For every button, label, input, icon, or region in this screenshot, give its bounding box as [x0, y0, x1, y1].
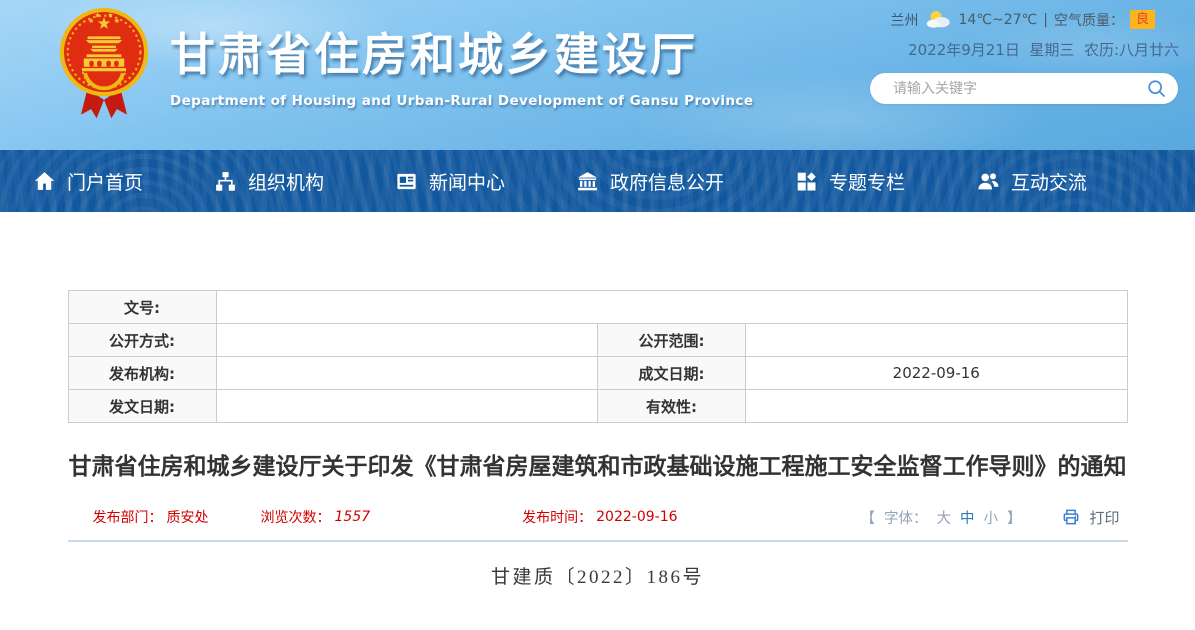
nav-item-label: 组织机构 [248, 168, 324, 195]
doc-number: 甘建质〔2022〕186号 [68, 562, 1128, 589]
publish-time-label: 发布时间： [522, 507, 592, 527]
nav-item-label: 门户首页 [67, 168, 143, 195]
bracket-close: 】 [1007, 507, 1022, 528]
weather-separator: | [1043, 12, 1048, 28]
publish-time: 发布时间： 2022-09-16 [522, 507, 677, 527]
font-size-small-button[interactable]: 小 [983, 507, 998, 528]
national-emblem [58, 6, 150, 122]
table-row: 发文日期: 有效性: [68, 390, 1127, 423]
topics-grid-icon [795, 170, 818, 193]
field-label-docno: 文号: [68, 291, 216, 324]
field-label-issuing-agency: 发布机构: [68, 357, 216, 390]
site-header: 甘肃省住房和城乡建设厅 Department of Housing and Ur… [0, 0, 1195, 150]
article-title: 甘肃省住房和城乡建设厅关于印发《甘肃省房屋建筑和市政基础设施工程施工安全监督工作… [68, 449, 1128, 486]
nav-item-news[interactable]: 新闻中心 [395, 168, 505, 195]
table-row: 发布机构: 成文日期: 2022-09-16 [68, 357, 1127, 390]
search-box [870, 73, 1178, 104]
field-value-docno [216, 291, 1127, 324]
field-value-issue-date [216, 390, 598, 423]
nav-item-organization[interactable]: 组织机构 [214, 168, 324, 195]
nav-item-home[interactable]: 门户首页 [33, 168, 143, 195]
field-label-written-date: 成文日期: [598, 357, 746, 390]
nav-item-label: 互动交流 [1011, 168, 1087, 195]
printer-icon [1061, 507, 1081, 527]
font-size-medium-button[interactable]: 中 [960, 507, 975, 528]
field-value-issuing-agency [216, 357, 598, 390]
users-icon [976, 169, 1000, 193]
nav-item-topics[interactable]: 专题专栏 [795, 168, 905, 195]
search-icon[interactable] [1146, 78, 1167, 99]
font-size-label: 字体： [884, 507, 928, 528]
print-label: 打印 [1089, 507, 1119, 528]
nav-item-gov-info[interactable]: 政府信息公开 [576, 168, 724, 195]
field-label-validity: 有效性: [598, 390, 746, 423]
main-nav: 门户首页 组织机构 新闻中心 政府信息公开 [0, 150, 1195, 212]
air-quality-badge: 良 [1130, 10, 1155, 29]
meta-divider [68, 540, 1128, 542]
nav-item-interact[interactable]: 互动交流 [976, 168, 1087, 195]
publish-dept-label: 发布部门： [93, 507, 163, 527]
field-value-written-date: 2022-09-16 [746, 357, 1128, 390]
weather-bar: 兰州 14℃~27℃ | 空气质量： 良 [870, 9, 1185, 30]
nav-item-label: 新闻中心 [429, 168, 505, 195]
article-page: 文号: 公开方式: 公开范围: 发布机构: 成文日期: 2022-09-16 发… [68, 290, 1128, 589]
air-quality-label: 空气质量： [1054, 10, 1124, 30]
field-label-open-scope: 公开范围: [598, 324, 746, 357]
font-size-large-button[interactable]: 大 [936, 507, 951, 528]
sun-cloud-icon [924, 9, 952, 30]
publish-dept: 发布部门： 质安处 [93, 507, 209, 527]
field-value-open-method [216, 324, 598, 357]
table-row: 文号: [68, 291, 1127, 324]
table-row: 公开方式: 公开范围: [68, 324, 1127, 357]
nav-item-label: 专题专栏 [829, 168, 905, 195]
view-count-value: 1557 [335, 509, 371, 525]
header-right-panel: 兰州 14℃~27℃ | 空气质量： 良 2022年9月21日 星期三 农历:八… [870, 9, 1185, 104]
field-label-issue-date: 发文日期: [68, 390, 216, 423]
site-brand[interactable]: 甘肃省住房和城乡建设厅 Department of Housing and Ur… [170, 18, 753, 109]
date-line: 2022年9月21日 星期三 农历:八月廿六 [870, 39, 1185, 60]
font-size-controls: 【 字体： 大 中 小 】 [860, 507, 1021, 528]
weather-temperature: 14℃~27℃ [958, 12, 1037, 28]
print-button[interactable]: 打印 [1061, 507, 1119, 528]
bracket-open: 【 [860, 507, 875, 528]
nav-item-label: 政府信息公开 [610, 168, 724, 195]
doc-info-table: 文号: 公开方式: 公开范围: 发布机构: 成文日期: 2022-09-16 发… [68, 290, 1128, 423]
article-meta-bar: 发布部门： 质安处 浏览次数： 1557 发布时间： 2022-09-16 【 … [68, 503, 1128, 531]
field-label-open-method: 公开方式: [68, 324, 216, 357]
org-chart-icon [214, 170, 237, 193]
gov-building-icon [576, 170, 599, 193]
field-value-validity [746, 390, 1128, 423]
publish-time-value: 2022-09-16 [596, 509, 677, 525]
home-icon [33, 170, 56, 193]
site-subtitle: Department of Housing and Urban-Rural De… [170, 93, 753, 109]
weather-city: 兰州 [890, 10, 918, 30]
site-title: 甘肃省住房和城乡建设厅 [170, 18, 753, 83]
view-count-label: 浏览次数： [261, 507, 331, 527]
search-input[interactable] [891, 73, 1141, 104]
publish-dept-value: 质安处 [167, 507, 209, 527]
newspaper-icon [395, 170, 418, 193]
national-emblem-icon [58, 6, 150, 122]
field-value-open-scope [746, 324, 1128, 357]
view-count: 浏览次数： 1557 [261, 507, 371, 527]
